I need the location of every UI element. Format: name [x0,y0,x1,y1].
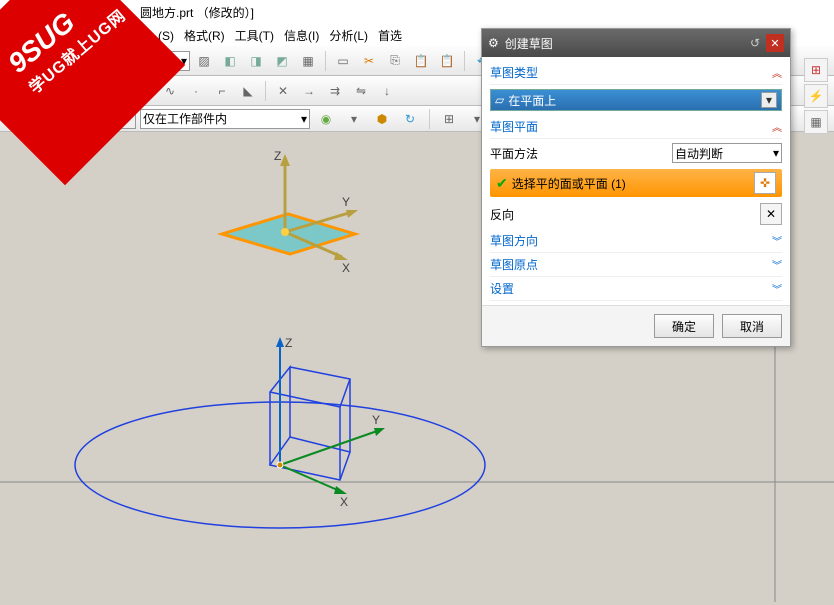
sketch-type-combo[interactable]: ▱ 在平面上 ▾ [490,89,782,111]
reverse-button[interactable]: ✕ [760,203,782,225]
menu-format[interactable]: 格式(R) [180,25,229,46]
cube2-icon[interactable]: ◨ [244,49,268,73]
section-sketch-type[interactable]: 草图类型︽ [490,61,782,85]
section-settings[interactable]: 设置︾ [490,277,782,301]
filter-scope-select[interactable]: 仅在工作部件内▾ [140,109,310,129]
rside-btn1[interactable]: ⊞ [804,58,828,82]
chevron-down-icon: ︾ [772,233,782,248]
chevron-up-icon: ︽ [772,119,782,134]
filter-btn4[interactable]: ↻ [398,107,422,131]
dialog-title: 创建草图 [505,35,553,52]
mirror-icon[interactable]: ⇋ [349,79,373,103]
paste-icon[interactable]: 📋 [409,49,433,73]
chamfer-icon[interactable]: ◣ [236,79,260,103]
extend-icon[interactable]: → [297,79,321,103]
chevron-down-icon: ︾ [772,281,782,296]
grid-icon[interactable]: ▦ [296,49,320,73]
dialog-titlebar[interactable]: ⚙ 创建草图 ↺ ✕ [482,29,790,57]
section-sketch-plane[interactable]: 草图平面︽ [490,115,782,139]
select-face-label: 选择平的面或平面 (1) [512,175,626,192]
section-origin[interactable]: 草图原点︾ [490,253,782,277]
offset-icon[interactable]: ⇉ [323,79,347,103]
plane-icon: ▱ [495,93,504,107]
fillet-icon[interactable]: ⌐ [210,79,234,103]
target-icon[interactable]: ✜ [754,172,776,194]
right-toolbar: ⊞ ⚡ ▦ [804,58,834,134]
dialog-reset-button[interactable]: ↺ [746,34,764,52]
cube3-icon[interactable]: ◩ [270,49,294,73]
scissors-icon[interactable]: ✂ [357,49,381,73]
rside-btn2[interactable]: ⚡ [804,84,828,108]
filter-btn5[interactable]: ⊞ [437,107,461,131]
svg-text:X: X [342,261,350,275]
gear-icon: ⚙ [488,36,499,50]
dialog-close-button[interactable]: ✕ [766,34,784,52]
reverse-label: 反向 [490,206,514,223]
filter-btn2[interactable]: ▾ [342,107,366,131]
menu-info[interactable]: 信息(I) [280,25,323,46]
menu-pref[interactable]: 首选 [374,25,406,46]
window-icon[interactable]: ▭ [331,49,355,73]
svg-text:Z: Z [285,336,292,350]
paste2-icon[interactable]: 📋 [435,49,459,73]
cube-icon[interactable]: ◧ [218,49,242,73]
ok-button[interactable]: 确定 [654,314,714,338]
svg-text:Y: Y [372,413,380,427]
point-icon[interactable]: · [184,79,208,103]
plane-method-label: 平面方法 [490,145,538,162]
finish-sketch-icon[interactable]: ▨ [192,49,216,73]
filter-btn1[interactable]: ◉ [314,107,338,131]
create-sketch-dialog: ⚙ 创建草图 ↺ ✕ 草图类型︽ ▱ 在平面上 ▾ 草图平面︽ 平面方法 自动判… [481,28,791,347]
cancel-button[interactable]: 取消 [722,314,782,338]
svg-text:Z: Z [274,149,281,163]
filter-btn3[interactable]: ⬢ [370,107,394,131]
chevron-up-icon: ︽ [772,65,782,80]
trim-icon[interactable]: ✕ [271,79,295,103]
chevron-down-icon: ︾ [772,257,782,272]
check-icon: ✔ [496,175,508,192]
plane-method-select[interactable]: 自动判断▾ [672,143,782,163]
proj-icon[interactable]: ↓ [375,79,399,103]
chevron-down-icon: ▾ [761,92,777,108]
section-orientation[interactable]: 草图方向︾ [490,229,782,253]
svg-text:X: X [340,495,348,509]
select-face-row[interactable]: ✔ 选择平的面或平面 (1) ✜ [490,169,782,197]
svg-text:Y: Y [342,195,350,209]
menu-tools[interactable]: 工具(T) [231,25,278,46]
rside-btn3[interactable]: ▦ [804,110,828,134]
copy-icon[interactable]: ⎘ [383,49,407,73]
menu-analysis[interactable]: 分析(L) [325,25,372,46]
window-title: 圆地方.prt （修改的）] [140,4,254,21]
